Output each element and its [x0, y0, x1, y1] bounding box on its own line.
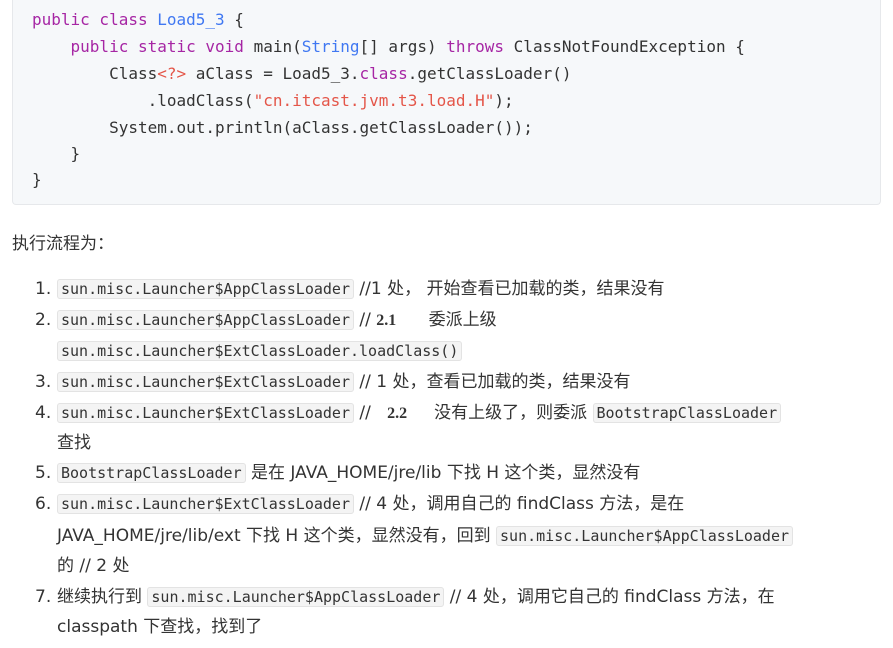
list-item-body: BootstrapClassLoader 是在 JAVA_HOME/jre/li… [57, 459, 640, 487]
code-line: public static void main(String[] args) t… [32, 34, 745, 60]
inline-code: sun.misc.Launcher$AppClassLoader [57, 310, 354, 330]
step-text: // [353, 403, 388, 423]
list-item-body: sun.misc.Launcher$AppClassLoader // 2.1 … [57, 306, 497, 335]
step-text: 的 // 2 处 [57, 556, 130, 576]
code-token: ); [494, 91, 514, 110]
step-text: // 4 处，调用自己的 findClass 方法，是在 [353, 494, 685, 514]
inline-code: BootstrapClassLoader [57, 463, 246, 483]
inline-code: sun.misc.Launcher$ExtClassLoader.loadCla… [57, 341, 463, 361]
inline-code: BootstrapClassLoader [592, 403, 782, 423]
code-token: String [301, 37, 360, 56]
inline-code: sun.misc.Launcher$AppClassLoader [57, 279, 354, 299]
code-line: } [32, 141, 81, 167]
code-token: .loadClass( [32, 91, 254, 110]
list-item-body: sun.misc.Launcher$AppClassLoader //1 处， … [57, 275, 664, 303]
code-token: <?> [157, 64, 187, 83]
code-token: } [32, 170, 42, 189]
list-item-body: sun.misc.Launcher$ExtClassLoader // 4 处，… [57, 490, 684, 518]
step-text: 查找 [57, 433, 91, 453]
math-number: 2.2 [387, 405, 408, 422]
code-token: "cn.itcast.jvm.t3.load.H" [253, 91, 495, 110]
list-item-body: sun.misc.Launcher$ExtClassLoader // 2.2 … [57, 399, 782, 428]
code-line: .loadClass("cn.itcast.jvm.t3.load.H"); [32, 88, 514, 114]
code-token: class [359, 64, 408, 83]
step-text: 没有上级了，则委派 [407, 403, 593, 423]
code-token: } [32, 144, 81, 163]
code-token: Class [32, 64, 158, 83]
step-text: // 4 处，调用它自己的 findClass 方法，在 [444, 587, 775, 607]
list-number: 1. [35, 279, 52, 299]
list-number: 2. [35, 310, 52, 330]
code-token: throws [446, 37, 514, 56]
code-token: ClassNotFoundException { [513, 37, 745, 56]
inline-code: sun.misc.Launcher$AppClassLoader [147, 587, 445, 607]
code-block: public class Load5_3 { public static voi… [12, 0, 881, 205]
step-text: //1 处， 开始查看已加载的类，结果没有 [353, 279, 665, 299]
list-item-body: JAVA_HOME/jre/lib/ext 下找 H 这个类，显然没有，回到 s… [57, 522, 793, 550]
list-item-body: sun.misc.Launcher$ExtClassLoader.loadCla… [57, 337, 463, 365]
code-token: Load5_3 [157, 10, 225, 29]
list-number: 6. [35, 494, 52, 514]
code-token: System.out.println(aClass.getClassLoader… [32, 118, 533, 137]
list-item-body: 查找 [57, 429, 91, 457]
code-token: [] args) [359, 37, 447, 56]
inline-code: sun.misc.Launcher$ExtClassLoader [57, 403, 354, 423]
code-line: Class<?> aClass = Load5_3.class.getClass… [32, 61, 571, 87]
inline-code: sun.misc.Launcher$ExtClassLoader [57, 494, 354, 514]
list-item-body: sun.misc.Launcher$ExtClassLoader // 1 处，… [57, 368, 630, 396]
code-token: public class [32, 10, 158, 29]
list-number: 7. [35, 587, 52, 607]
code-token: { [224, 10, 244, 29]
list-item-body: 继续执行到 sun.misc.Launcher$AppClassLoader /… [57, 583, 775, 611]
list-number: 3. [35, 372, 52, 392]
step-text: // [353, 310, 377, 330]
code-line: } [32, 167, 42, 193]
code-token: .getClassLoader() [407, 64, 572, 83]
list-item-body: 的 // 2 处 [57, 552, 129, 580]
code-line: System.out.println(aClass.getClassLoader… [32, 115, 533, 141]
step-text: 委派上级 [396, 310, 497, 330]
inline-code: sun.misc.Launcher$ExtClassLoader [57, 372, 354, 392]
step-text: 继续执行到 [57, 587, 148, 607]
code-token: public static void [70, 37, 254, 56]
step-text: JAVA_HOME/jre/lib/ext 下找 H 这个类，显然没有，回到 [57, 526, 497, 546]
section-heading: 执行流程为： [12, 234, 114, 254]
inline-code: sun.misc.Launcher$AppClassLoader [496, 526, 793, 546]
step-text: 是在 JAVA_HOME/jre/lib 下找 H 这个类，显然没有 [245, 463, 641, 483]
list-number: 5. [35, 463, 52, 483]
step-text: classpath 下查找，找到了 [57, 617, 263, 637]
code-token: main( [253, 37, 302, 56]
code-line: public class Load5_3 { [32, 7, 244, 33]
code-token: aClass = Load5_3. [186, 64, 360, 83]
list-number: 4. [35, 403, 52, 423]
step-text: // 1 处，查看已加载的类，结果没有 [353, 372, 631, 392]
list-item-body: classpath 下查找，找到了 [57, 613, 262, 641]
math-number: 2.1 [376, 312, 397, 329]
